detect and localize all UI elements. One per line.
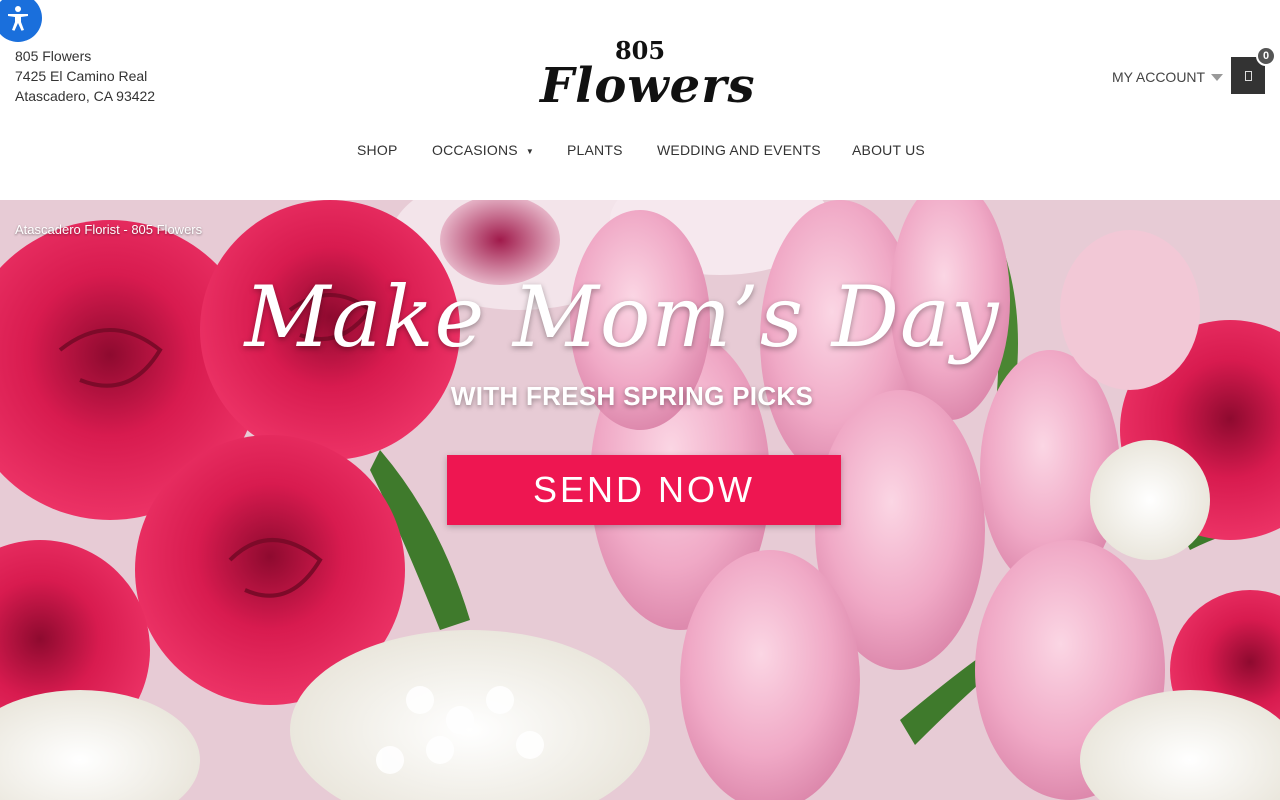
chevron-down-icon — [1211, 73, 1224, 81]
hero-subheadline: WITH FRESH SPRING PICKS — [450, 381, 814, 411]
store-address: 805 Flowers 7425 El Camino Real Atascade… — [15, 46, 155, 106]
hero-headline: Make Mom’s Day — [244, 268, 1000, 366]
send-now-button[interactable]: SEND NOW — [447, 455, 841, 525]
nav-item-shop[interactable]: SHOP — [357, 142, 397, 158]
my-account-menu[interactable]: MY ACCOUNT — [1112, 69, 1224, 85]
main-nav: SHOP OCCASIONS ▼ PLANTS WEDDING AND EVENT… — [0, 142, 1280, 162]
address-line-1: 7425 El Camino Real — [15, 68, 148, 84]
shopping-bag-icon — [1244, 70, 1252, 81]
accessibility-icon — [8, 6, 28, 31]
cart-count-badge: 0 — [1256, 46, 1276, 66]
site-logo[interactable]: 805 Flowers — [540, 36, 756, 114]
address-line-2: Atascadero, CA 93422 — [15, 88, 156, 104]
nav-item-occasions-label: OCCASIONS — [432, 142, 518, 158]
hero-banner: Atascadero Florist - 805 Flowers Make Mo… — [0, 200, 1280, 800]
dropdown-caret-icon: ▼ — [525, 146, 534, 156]
nav-item-wedding-and-events[interactable]: WEDDING AND EVENTS — [657, 142, 821, 158]
store-name: 805 Flowers — [15, 48, 92, 64]
nav-item-occasions[interactable]: OCCASIONS ▼ — [432, 142, 534, 158]
site-header: 805 Flowers 7425 El Camino Real Atascade… — [0, 0, 1280, 200]
my-account-label: MY ACCOUNT — [1112, 69, 1206, 85]
breadcrumb: Atascadero Florist - 805 Flowers — [15, 222, 203, 237]
logo-word: Flowers — [540, 58, 756, 114]
nav-item-about-us[interactable]: ABOUT US — [852, 142, 925, 158]
nav-item-plants[interactable]: PLANTS — [567, 142, 623, 158]
